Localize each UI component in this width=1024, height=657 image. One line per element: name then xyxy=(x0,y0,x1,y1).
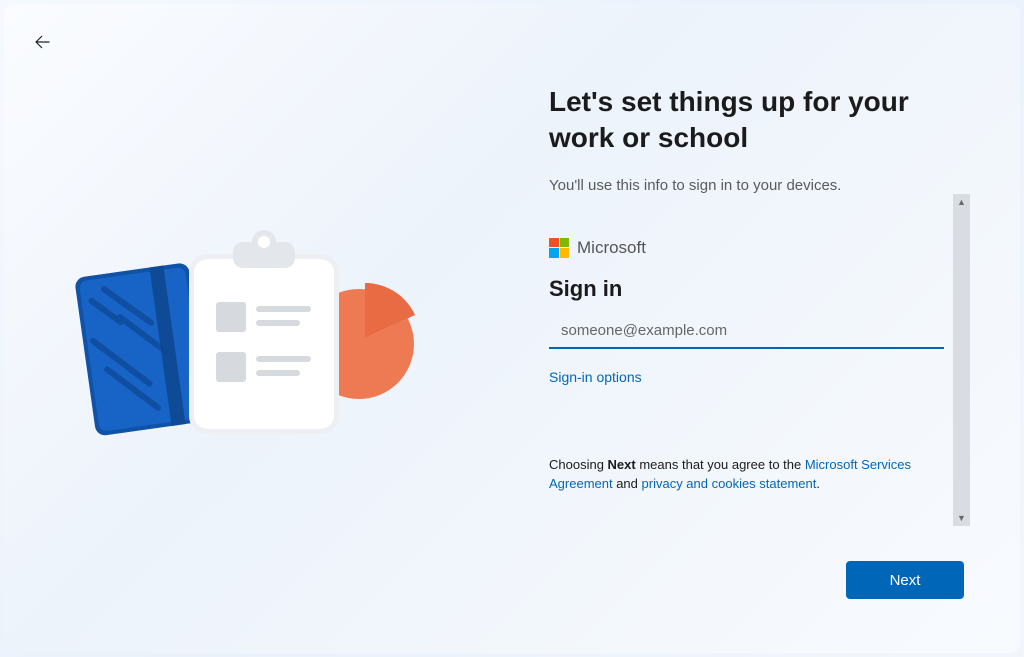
privacy-statement-link[interactable]: privacy and cookies statement xyxy=(642,476,817,491)
legal-prefix: Choosing xyxy=(549,457,608,472)
page-subtitle: You'll use this info to sign in to your … xyxy=(549,177,970,194)
page-title: Let's set things up for your work or sch… xyxy=(549,84,970,157)
legal-suffix: . xyxy=(816,476,820,491)
signin-options-link[interactable]: Sign-in options xyxy=(549,369,642,385)
microsoft-brand-label: Microsoft xyxy=(577,238,646,258)
legal-mid: means that you agree to the xyxy=(636,457,805,472)
signin-heading: Sign in xyxy=(549,276,944,302)
legal-bold: Next xyxy=(608,457,636,472)
illustration xyxy=(64,224,444,444)
back-button[interactable] xyxy=(30,30,54,54)
back-arrow-icon xyxy=(33,33,51,51)
microsoft-logo-icon xyxy=(549,238,569,258)
email-field[interactable] xyxy=(549,316,944,349)
scrollbar[interactable]: ▲ ▼ xyxy=(953,194,970,526)
oobe-window: Let's set things up for your work or sch… xyxy=(4,4,1020,653)
scroll-down-arrow-icon[interactable]: ▼ xyxy=(953,510,970,526)
microsoft-brand: Microsoft xyxy=(549,238,944,258)
next-button[interactable]: Next xyxy=(846,561,964,599)
legal-and: and xyxy=(613,476,642,491)
legal-text: Choosing Next means that you agree to th… xyxy=(549,455,944,494)
signin-panel: Microsoft Sign in Sign-in options Choosi… xyxy=(549,238,970,494)
scroll-up-arrow-icon[interactable]: ▲ xyxy=(953,194,970,210)
main-content: Let's set things up for your work or sch… xyxy=(549,84,970,613)
